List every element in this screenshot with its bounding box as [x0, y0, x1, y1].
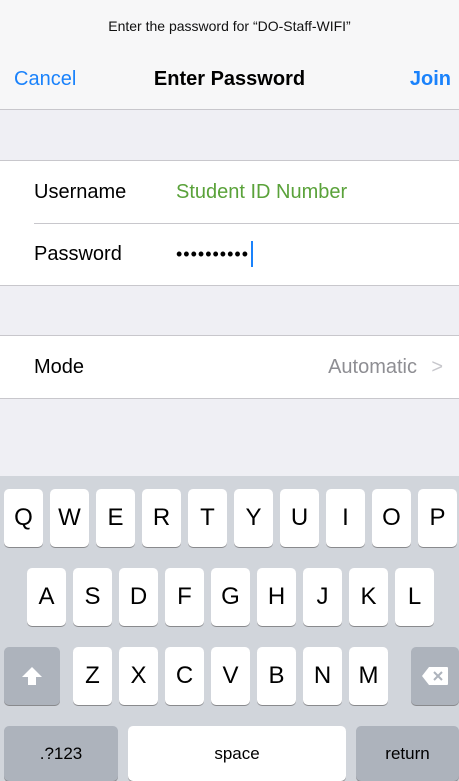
key-e[interactable]: E	[96, 489, 135, 547]
password-label: Password	[34, 242, 122, 265]
key-j[interactable]: J	[303, 568, 342, 626]
mode-row[interactable]: Mode Automatic >	[0, 336, 459, 398]
key-k[interactable]: K	[349, 568, 388, 626]
key-u[interactable]: U	[280, 489, 319, 547]
username-row[interactable]: Username Student ID Number	[0, 161, 459, 223]
mode-group: Mode Automatic >	[0, 335, 459, 399]
network-prompt: Enter the password for “DO-Staff-WIFI”	[108, 18, 351, 34]
key-d[interactable]: D	[119, 568, 158, 626]
key-y[interactable]: Y	[234, 489, 273, 547]
key-n[interactable]: N	[303, 647, 342, 705]
join-button[interactable]: Join	[410, 68, 451, 91]
page-title: Enter Password	[153, 68, 306, 90]
numbers-key[interactable]: .?123	[4, 726, 118, 781]
key-t[interactable]: T	[188, 489, 227, 547]
shift-arrow-icon	[22, 667, 42, 685]
key-h[interactable]: H	[257, 568, 296, 626]
mode-value: Automatic	[328, 355, 417, 378]
credentials-group: Username Student ID Number Password ••••…	[0, 160, 459, 286]
password-dots: ••••••••••	[176, 243, 250, 264]
key-a[interactable]: A	[27, 568, 66, 626]
password-field[interactable]: ••••••••••	[176, 241, 254, 267]
key-b[interactable]: B	[257, 647, 296, 705]
key-s[interactable]: S	[73, 568, 112, 626]
key-r[interactable]: R	[142, 489, 181, 547]
key-o[interactable]: O	[372, 489, 411, 547]
navigation-header: Enter the password for “DO-Staff-WIFI” C…	[0, 0, 459, 110]
password-row[interactable]: Password ••••••••••	[0, 223, 459, 285]
key-z[interactable]: Z	[73, 647, 112, 705]
shift-key[interactable]	[4, 647, 60, 705]
chevron-right-icon: >	[431, 355, 443, 378]
key-m[interactable]: M	[349, 647, 388, 705]
key-l[interactable]: L	[395, 568, 434, 626]
username-label: Username	[34, 180, 127, 203]
key-x[interactable]: X	[119, 647, 158, 705]
key-g[interactable]: G	[211, 568, 250, 626]
space-key[interactable]: space	[128, 726, 346, 781]
key-c[interactable]: C	[165, 647, 204, 705]
username-field[interactable]: Student ID Number	[176, 181, 347, 204]
key-q[interactable]: Q	[4, 489, 43, 547]
text-cursor	[251, 241, 254, 267]
keyboard: Q W E R T Y U I O P A S D F G H J K L Z …	[0, 476, 459, 781]
key-p[interactable]: P	[418, 489, 457, 547]
return-key[interactable]: return	[356, 726, 459, 781]
delete-key[interactable]	[411, 647, 459, 705]
key-v[interactable]: V	[211, 647, 250, 705]
key-w[interactable]: W	[50, 489, 89, 547]
key-f[interactable]: F	[165, 568, 204, 626]
mode-label: Mode	[34, 355, 85, 378]
backspace-icon	[422, 667, 448, 685]
key-i[interactable]: I	[326, 489, 365, 547]
